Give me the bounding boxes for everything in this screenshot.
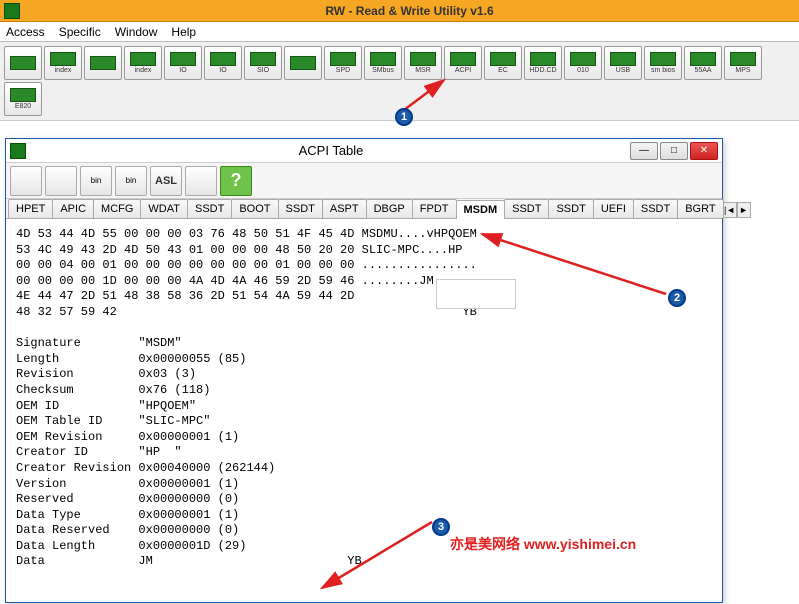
tab-apic[interactable]: APIC (52, 199, 94, 218)
tab-ssdt[interactable]: SSDT (187, 199, 232, 218)
tab-ssdt[interactable]: SSDT (278, 199, 323, 218)
tab-wdat[interactable]: WDAT (140, 199, 188, 218)
app-icon (4, 3, 20, 19)
find-icon[interactable] (185, 166, 217, 196)
tab-ssdt[interactable]: SSDT (633, 199, 678, 218)
acpi-titlebar: ACPI Table — □ ✕ (6, 139, 722, 163)
spd-icon[interactable]: SPD (324, 46, 362, 80)
tab-row: HPETAPICMCFGWDATSSDTBOOTSSDTASPTDBGPFPDT… (6, 199, 722, 219)
55aa-icon[interactable]: 55AA (684, 46, 722, 80)
acpi-sys-icon (10, 143, 26, 159)
mem-icon[interactable] (4, 46, 42, 80)
tab-fpdt[interactable]: FPDT (412, 199, 457, 218)
bin-icon[interactable]: bin (80, 166, 112, 196)
index-icon[interactable]: index (44, 46, 82, 80)
tab-bgrt[interactable]: BGRT (677, 199, 723, 218)
tab-ssdt[interactable]: SSDT (548, 199, 593, 218)
tab-boot[interactable]: BOOT (231, 199, 278, 218)
window-title: RW - Read & Write Utility v1.6 (24, 4, 795, 18)
content-area: 4D 53 44 4D 55 00 00 00 03 76 48 50 51 4… (6, 219, 722, 578)
menu-specific[interactable]: Specific (59, 25, 101, 39)
msr-icon[interactable]: MSR (404, 46, 442, 80)
menu-access[interactable]: Access (6, 25, 45, 39)
menu-help[interactable]: Help (171, 25, 196, 39)
hdd-icon[interactable]: HDD.CD (524, 46, 562, 80)
acpi-icon[interactable]: ACPI (444, 46, 482, 80)
bin-multi-icon[interactable]: bin (115, 166, 147, 196)
tab-hpet[interactable]: HPET (8, 199, 53, 218)
save-multi-icon[interactable] (45, 166, 77, 196)
tab-scroll-right[interactable]: ► (737, 202, 751, 218)
close-button[interactable]: ✕ (690, 142, 718, 160)
menu-bar: Access Specific Window Help (0, 22, 799, 42)
tab-scroll-left[interactable]: |◄ (723, 202, 737, 218)
asl-icon[interactable]: ASL (150, 166, 182, 196)
usb-icon[interactable]: USB (604, 46, 642, 80)
tab-mcfg[interactable]: MCFG (93, 199, 141, 218)
010-icon[interactable]: 010 (564, 46, 602, 80)
tab-uefi[interactable]: UEFI (593, 199, 634, 218)
acpi-toolbar: binbinASL? (6, 163, 722, 199)
annotation-1: 1 (395, 108, 413, 126)
tab-aspt[interactable]: ASPT (322, 199, 367, 218)
redaction-box (436, 279, 516, 309)
acpi-title: ACPI Table (32, 143, 630, 158)
tab-dbgp[interactable]: DBGP (366, 199, 413, 218)
main-titlebar: RW - Read & Write Utility v1.6 (0, 0, 799, 22)
tab-msdm[interactable]: MSDM (456, 200, 506, 219)
tab-ssdt[interactable]: SSDT (504, 199, 549, 218)
ec-icon[interactable]: EC (484, 46, 522, 80)
e820-icon[interactable]: E820 (4, 82, 42, 116)
minimize-button[interactable]: — (630, 142, 658, 160)
wave-icon[interactable] (284, 46, 322, 80)
annotation-3: 3 (432, 518, 450, 536)
smbios-icon[interactable]: sm bios (644, 46, 682, 80)
io2-icon[interactable]: IO (204, 46, 242, 80)
smbus-icon[interactable]: SMbus (364, 46, 402, 80)
menu-window[interactable]: Window (115, 25, 158, 39)
maximize-button[interactable]: □ (660, 142, 688, 160)
save-icon[interactable] (10, 166, 42, 196)
index2-icon[interactable]: index (124, 46, 162, 80)
mps-icon[interactable]: MPS (724, 46, 762, 80)
io-icon[interactable]: IO (164, 46, 202, 80)
help-icon[interactable]: ? (220, 166, 252, 196)
watermark: 亦是美网络 www.yishimei.cn (450, 534, 636, 554)
annotation-2: 2 (668, 289, 686, 307)
chip-icon[interactable] (84, 46, 122, 80)
sio-icon[interactable]: SIO (244, 46, 282, 80)
